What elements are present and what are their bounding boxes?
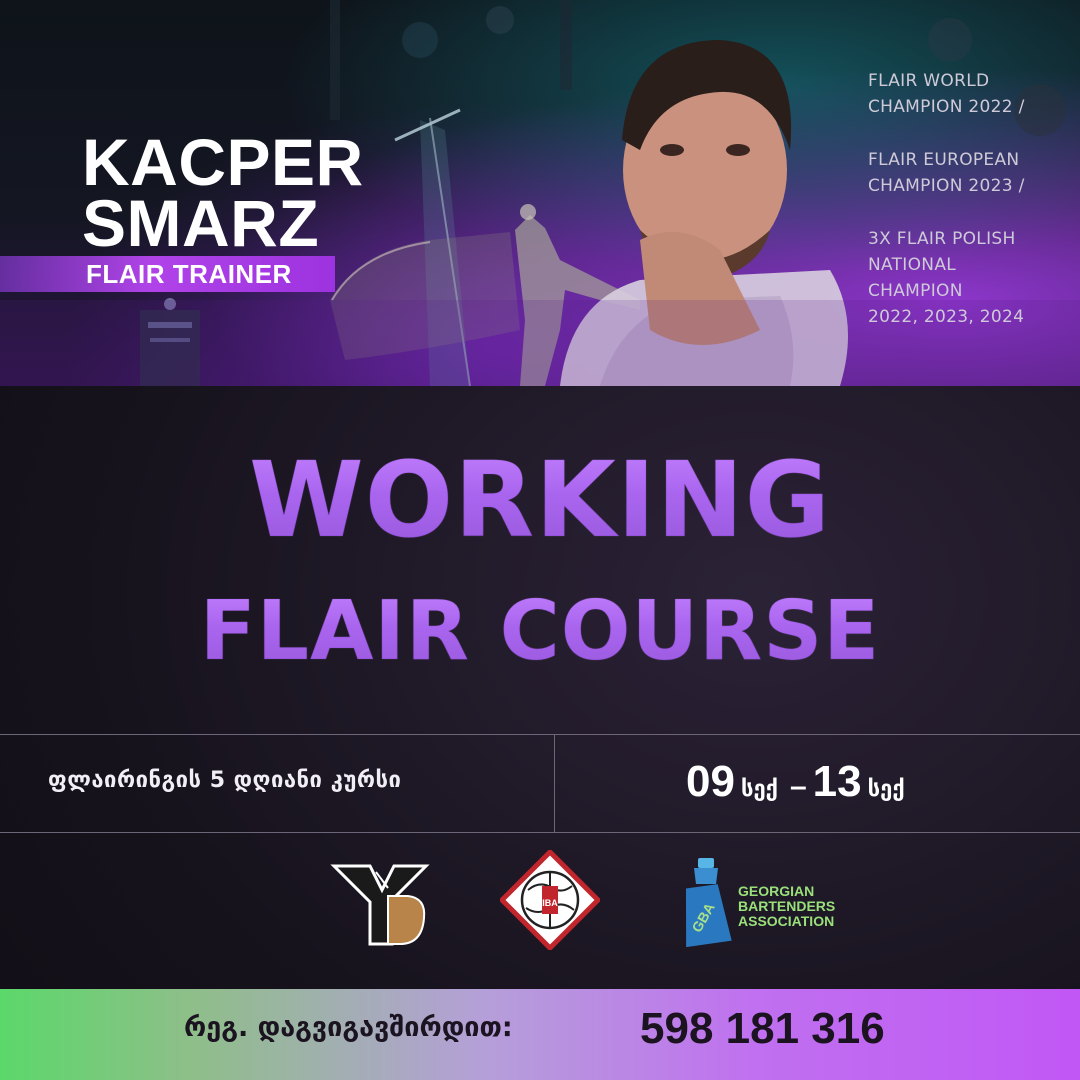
end-month: სექ <box>867 777 905 802</box>
headline-line-1: WORKING <box>0 440 1080 560</box>
gba-name: GEORGIAN BARTENDERS ASSOCIATION <box>738 884 835 929</box>
trainer-last-name: SMARZ <box>82 186 320 260</box>
gba-line: GEORGIAN <box>738 883 815 899</box>
achievement-line: NATIONAL <box>868 255 957 275</box>
course-description: ფლაირინგის 5 დღიანი კურსი <box>48 768 402 793</box>
achievement-line: 3X FLAIR POLISH <box>868 229 1016 249</box>
gba-line: ASSOCIATION <box>738 913 835 929</box>
achievement-line: CHAMPION 2023 / <box>868 176 1025 196</box>
yb-logo-icon <box>330 864 430 946</box>
date-separator: – <box>789 770 807 803</box>
phone-number[interactable]: 598 181 316 <box>640 1004 885 1054</box>
achievements-list: FLAIR WORLD CHAMPION 2022 / FLAIR EUROPE… <box>868 68 1068 330</box>
hero-photo: KACPER SMARZ FLAIR TRAINER FLAIR WORLD C… <box>0 0 1080 386</box>
start-month: სექ <box>740 777 778 802</box>
poster: KACPER SMARZ FLAIR TRAINER FLAIR WORLD C… <box>0 0 1080 1080</box>
end-day: 13 <box>812 757 862 806</box>
iba-logo-icon: IBA <box>500 850 600 950</box>
footer-bar <box>0 989 1080 1080</box>
achievement-line: 2022, 2023, 2024 <box>868 307 1025 327</box>
achievement-line: FLAIR WORLD <box>868 71 990 91</box>
trainer-role: FLAIR TRAINER <box>86 259 292 289</box>
iba-logo-text: IBA <box>542 898 558 908</box>
achievement-line: CHAMPION 2022 / <box>868 97 1025 117</box>
headline-line-2: FLAIR COURSE <box>0 582 1080 682</box>
achievement-line: CHAMPION <box>868 281 963 301</box>
gba-line: BARTENDERS <box>738 898 836 914</box>
achievement-line: FLAIR EUROPEAN <box>868 150 1020 170</box>
course-info-row: ფლაირინგის 5 დღიანი კურსი 09 სექ –13 სექ <box>0 734 1080 833</box>
registration-label: რეგ. დაგვიგავშირდით: <box>184 1012 513 1043</box>
start-day: 09 <box>686 757 735 806</box>
course-dates: 09 სექ –13 სექ <box>686 756 911 808</box>
gba-shaker-icon: GBA <box>685 858 732 948</box>
